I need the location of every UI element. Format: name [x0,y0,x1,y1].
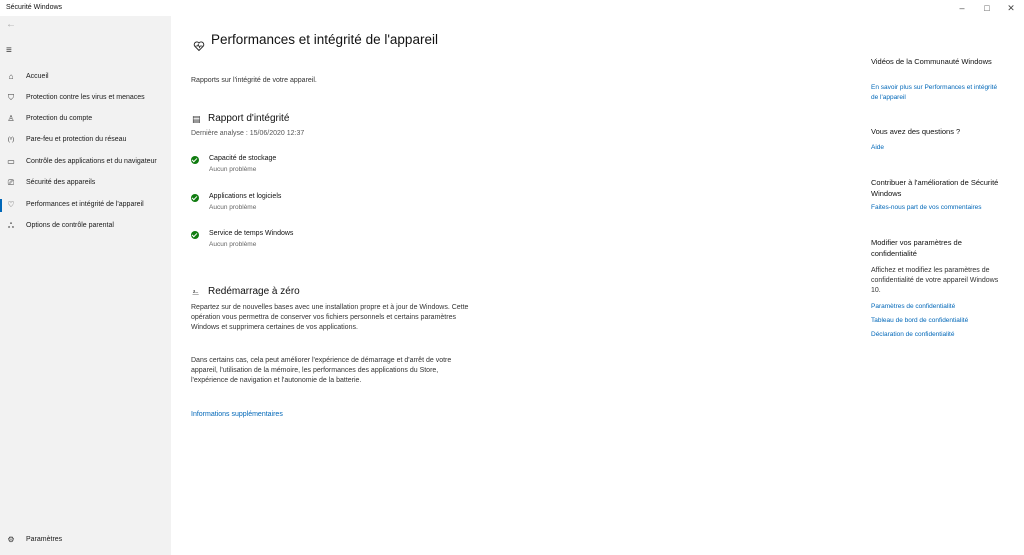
health-report-heading: Rapport d'intégrité [208,113,290,124]
check-circle-icon [191,194,199,202]
health-item-status: Aucun problème [209,204,257,211]
sidebar-item-label: Protection du compte [26,115,93,122]
health-item-name: Service de temps Windows [209,230,294,237]
privacy-settings-link[interactable]: Paramètres de confidentialité [871,302,1006,312]
sidebar-item-settings[interactable]: ⚙ Paramètres [0,531,171,551]
health-item-status: Aucun problème [209,241,257,248]
health-item-status: Aucun problème [209,166,257,173]
sidebar-item-label: Options de contrôle parental [26,222,114,229]
close-button[interactable]: ✕ [1001,1,1021,15]
health-item-name: Capacité de stockage [209,155,277,162]
privacy-dashboard-link[interactable]: Tableau de bord de confidentialité [871,316,1006,326]
report-icon: ▤ [192,114,201,124]
sidebar-item-firewall[interactable]: (ᵒ) Pare-feu et protection du réseau [0,131,171,151]
app-title: Sécurité Windows [6,4,63,11]
sidebar-item-account-protection[interactable]: ♙ Protection du compte [0,110,171,130]
sidebar-item-device-performance[interactable]: ♡ Performances et intégrité de l'apparei… [0,196,171,216]
learn-more-link[interactable]: En savoir plus sur Performances et intég… [871,83,1006,102]
minimize-button[interactable]: – [952,1,972,15]
wifi-icon: (ᵒ) [7,137,15,143]
person-icon: ♙ [7,114,15,123]
laptop-icon: ⎚ [7,178,15,187]
improve-heading: Contribuer à l'amélioration de Sécurité … [871,178,999,198]
fresh-start-description: Repartez sur de nouvelles bases avec une… [191,304,469,332]
sidebar-item-label: Pare-feu et protection du réseau [26,136,127,143]
sidebar-item-virus-protection[interactable]: ⛉ Protection contre les virus et menaces [0,89,171,109]
home-icon: ⌂ [8,72,14,81]
shield-icon: ⛉ [8,93,14,102]
sidebar-item-family-options[interactable]: ஃ Options de contrôle parental [0,217,171,237]
heart-pulse-icon [193,41,205,52]
privacy-text: Affichez et modifiez les paramètres de c… [871,267,999,294]
fresh-start-details: Dans certains cas, cela peut améliorer l… [191,357,452,385]
back-arrow-icon[interactable]: ← [6,19,16,30]
heart-pulse-icon: ♡ [7,200,15,209]
health-item-name: Applications et logiciels [209,193,282,200]
sidebar-item-home[interactable]: ⌂ Accueil [0,68,171,88]
sidebar-item-label: Paramètres [26,536,63,543]
maximize-button[interactable]: □ [977,1,997,15]
family-icon: ஃ [7,221,15,230]
restart-icon: ⎁ [192,287,200,297]
sidebar: ← ≡ ⌂ Accueil ⛉ Protection contre les vi… [0,16,171,555]
sidebar-item-device-security[interactable]: ⎚ Sécurité des appareils [0,174,171,194]
sidebar-item-label: Contrôle des applications et du navigate… [26,158,157,165]
gear-icon: ⚙ [7,535,15,544]
sidebar-item-label: Protection contre les virus et menaces [26,94,145,101]
videos-heading: Vidéos de la Communauté Windows [871,57,992,66]
privacy-heading: Modifier vos paramètres de confidentiali… [871,238,962,258]
hamburger-menu-icon[interactable]: ≡ [6,45,12,56]
title-bar: Sécurité Windows – □ ✕ [0,0,1024,16]
browser-icon: ▭ [7,157,15,166]
sidebar-item-label: Performances et intégrité de l'appareil [26,201,144,208]
sidebar-item-label: Accueil [26,73,49,80]
check-circle-icon [191,231,199,239]
main-content: Performances et intégrité de l'appareil … [171,16,851,555]
settings-row[interactable]: ⚙ Paramètres [0,531,171,551]
last-scan-text: Dernière analyse : 15/06/2020 12:37 [191,130,305,137]
sidebar-item-label: Sécurité des appareils [26,179,96,186]
feedback-link[interactable]: Faites-nous part de vos commentaires [871,203,1006,213]
questions-heading: Vous avez des questions ? [871,127,961,136]
page-title: Performances et intégrité de l'appareil [211,32,438,47]
page-subtitle: Rapports sur l'intégrité de votre appare… [191,77,317,84]
check-circle-icon [191,156,199,164]
privacy-statement-link[interactable]: Déclaration de confidentialité [871,330,1006,340]
right-panel: Vidéos de la Communauté Windows En savoi… [871,16,1011,555]
fresh-start-heading: Redémarrage à zéro [208,286,300,297]
sidebar-item-app-browser-control[interactable]: ▭ Contrôle des applications et du naviga… [0,153,171,173]
help-link[interactable]: Aide [871,143,1006,153]
more-info-link[interactable]: Informations supplémentaires [191,410,476,420]
